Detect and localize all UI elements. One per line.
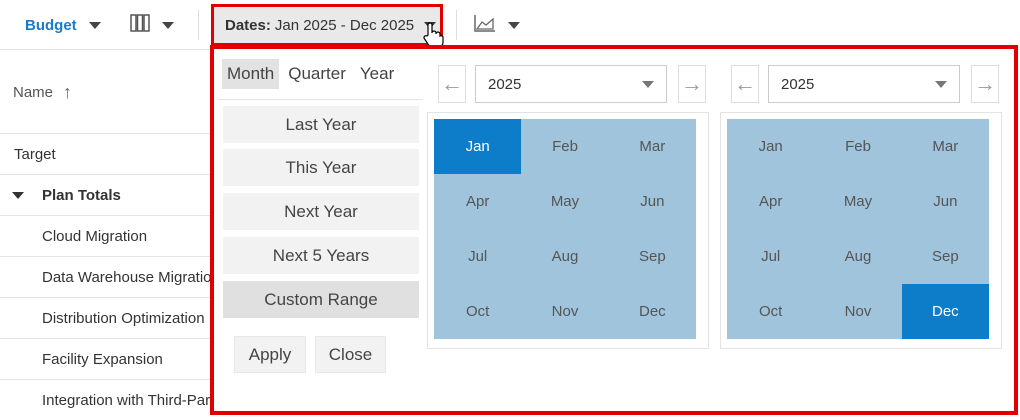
row-label: Integration with Third-Party <box>42 391 212 409</box>
arrow-left-icon[interactable]: ← <box>438 65 466 103</box>
arrow-right-icon[interactable]: → <box>971 65 999 103</box>
month-cell-jun[interactable]: Jun <box>609 174 696 229</box>
granularity-tabs: Month Quarter Year <box>222 59 403 89</box>
tab-month[interactable]: Month <box>222 59 280 89</box>
tab-quarter[interactable]: Quarter <box>283 59 351 89</box>
dates-value: Jan 2025 - Dec 2025 <box>274 16 415 34</box>
chevron-down-icon <box>162 21 174 29</box>
month-cell-dec[interactable]: Dec <box>901 284 989 339</box>
month-cell-mar[interactable]: Mar <box>902 119 989 174</box>
chevron-down-icon <box>88 21 101 29</box>
month-cell-aug[interactable]: Aug <box>814 229 901 284</box>
date-range-popup: Month Quarter Year Last Year This Year N… <box>210 45 1018 415</box>
collapse-triangle-icon[interactable] <box>12 191 24 199</box>
area-chart-icon <box>474 14 496 36</box>
chevron-down-icon <box>508 21 520 29</box>
preset-next-5-years[interactable]: Next 5 Years <box>223 237 419 274</box>
table-row[interactable]: Target <box>0 134 212 175</box>
table-row[interactable]: Plan Totals <box>0 175 212 216</box>
month-cell-feb[interactable]: Feb <box>521 119 608 174</box>
month-cell-apr[interactable]: Apr <box>434 174 521 229</box>
month-cell-oct[interactable]: Oct <box>727 284 814 339</box>
month-cell-sep[interactable]: Sep <box>902 229 989 284</box>
name-header-label: Name <box>13 83 54 101</box>
month-grid: Jan Feb Mar Apr May Jun Jul Aug Sep Oct Nov Dec <box>727 119 989 339</box>
month-cell-dec[interactable]: Dec <box>609 284 696 339</box>
month-cell-nov[interactable]: Nov <box>521 284 608 339</box>
row-label: Data Warehouse Migration <box>42 268 212 286</box>
row-label: Plan Totals <box>42 186 121 204</box>
budget-label: Budget <box>25 16 77 34</box>
table-row[interactable]: Distribution Optimization <box>0 298 212 339</box>
month-cell-mar[interactable]: Mar <box>609 119 696 174</box>
table-row[interactable]: Data Warehouse Migration <box>0 257 212 298</box>
month-cell-aug[interactable]: Aug <box>521 229 608 284</box>
table-row[interactable]: Facility Expansion <box>0 339 212 380</box>
month-cell-nov[interactable]: Nov <box>814 284 901 339</box>
toolbar-divider <box>456 10 457 40</box>
arrow-left-icon[interactable]: ← <box>731 65 759 103</box>
preset-this-year[interactable]: This Year <box>223 149 419 186</box>
month-cell-feb[interactable]: Feb <box>814 119 901 174</box>
month-cell-sep[interactable]: Sep <box>609 229 696 284</box>
month-grid: Jan Feb Mar Apr May Jun Jul Aug Sep Oct Nov Dec <box>434 119 696 339</box>
close-button[interactable]: Close <box>315 336 386 373</box>
end-year-select[interactable]: 2025 <box>768 65 960 103</box>
start-year-value: 2025 <box>488 75 522 93</box>
month-cell-jan[interactable]: Jan <box>434 119 522 174</box>
month-cell-oct[interactable]: Oct <box>434 284 521 339</box>
row-label: Target <box>14 145 56 163</box>
month-cell-jul[interactable]: Jul <box>434 229 521 284</box>
sort-up-arrow-icon[interactable]: ↑ <box>63 82 72 103</box>
preset-last-year[interactable]: Last Year <box>223 106 419 143</box>
plan-grid: Name ↑ Target Plan Totals Cloud Migratio… <box>0 51 212 420</box>
month-cell-jun[interactable]: Jun <box>902 174 989 229</box>
month-cell-jul[interactable]: Jul <box>727 229 814 284</box>
chevron-down-icon <box>642 81 654 88</box>
toolbar: Budget Dates: Jan 2025 - Dec 2025 <box>0 0 1020 50</box>
name-column-header[interactable]: Name ↑ <box>0 51 212 134</box>
row-label: Distribution Optimization <box>42 309 205 327</box>
columns-dropdown[interactable] <box>130 0 174 50</box>
arrow-right-icon[interactable]: → <box>678 65 706 103</box>
table-row[interactable]: Cloud Migration <box>0 216 212 257</box>
start-year-select[interactable]: 2025 <box>475 65 667 103</box>
chevron-down-icon <box>935 81 947 88</box>
end-month-calendar: Jan Feb Mar Apr May Jun Jul Aug Sep Oct Nov Dec <box>720 112 1002 349</box>
dates-label: Dates: <box>225 16 271 34</box>
month-cell-apr[interactable]: Apr <box>727 174 814 229</box>
month-cell-jan[interactable]: Jan <box>727 119 814 174</box>
columns-icon <box>130 14 150 36</box>
row-label: Facility Expansion <box>42 350 163 368</box>
divider <box>218 99 423 100</box>
month-cell-may[interactable]: May <box>814 174 901 229</box>
table-row[interactable]: Integration with Third-Party <box>0 380 212 420</box>
dates-dropdown[interactable]: Dates: Jan 2025 - Dec 2025 <box>211 4 443 46</box>
apply-button[interactable]: Apply <box>234 336 306 373</box>
budget-dropdown[interactable]: Budget <box>25 0 101 50</box>
preset-next-year[interactable]: Next Year <box>223 193 419 230</box>
row-label: Cloud Migration <box>42 227 148 245</box>
preset-custom-range[interactable]: Custom Range <box>223 281 419 318</box>
month-cell-may[interactable]: May <box>521 174 608 229</box>
start-month-calendar: Jan Feb Mar Apr May Jun Jul Aug Sep Oct Nov Dec <box>427 112 709 349</box>
toolbar-divider <box>198 10 199 40</box>
tab-year[interactable]: Year <box>355 59 399 89</box>
end-year-value: 2025 <box>781 75 815 93</box>
chart-dropdown[interactable] <box>474 0 520 50</box>
